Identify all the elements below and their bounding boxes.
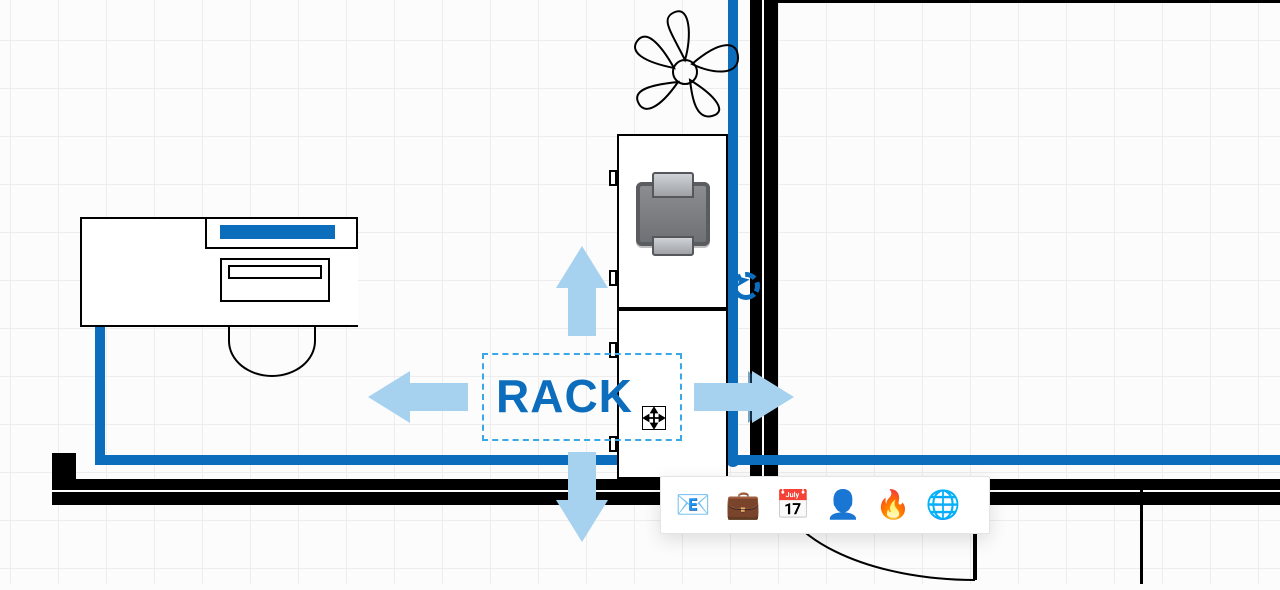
plant-shape[interactable] (620, 0, 750, 120)
diagram-canvas[interactable]: RACK 📧 💼 📅 👤 🔥 🌐 (0, 0, 1280, 584)
cabinet-handle (609, 170, 617, 186)
arrow-left-icon (368, 371, 468, 423)
tag-fire[interactable]: 🔥 (875, 487, 911, 523)
desk-monitor-bar (220, 225, 335, 239)
tag-bar: 📧 💼 📅 👤 🔥 🌐 (660, 476, 990, 534)
tag-email[interactable]: 📧 (675, 487, 711, 523)
rotate-handle[interactable] (732, 272, 760, 300)
arrow-right-icon (694, 371, 794, 423)
arrow-down-icon (556, 452, 608, 542)
chair[interactable] (228, 327, 316, 377)
wall-thin (1140, 480, 1143, 584)
printer-shape[interactable] (636, 182, 710, 246)
wall-segment (975, 479, 1280, 505)
tag-work[interactable]: 💼 (725, 487, 761, 523)
cabinet-handle (609, 270, 617, 286)
wall-seam (975, 490, 1280, 492)
arrow-up-icon (556, 246, 608, 336)
selected-text-label[interactable]: RACK (496, 373, 633, 419)
tag-globe[interactable]: 🌐 (925, 487, 961, 523)
wall-segment (52, 453, 76, 505)
tag-calendar[interactable]: 📅 (775, 487, 811, 523)
path-node (726, 453, 740, 467)
keyboard (228, 265, 322, 279)
tag-person[interactable]: 👤 (825, 487, 861, 523)
wall-thin (775, 0, 1280, 3)
move-cursor-icon (642, 406, 666, 430)
